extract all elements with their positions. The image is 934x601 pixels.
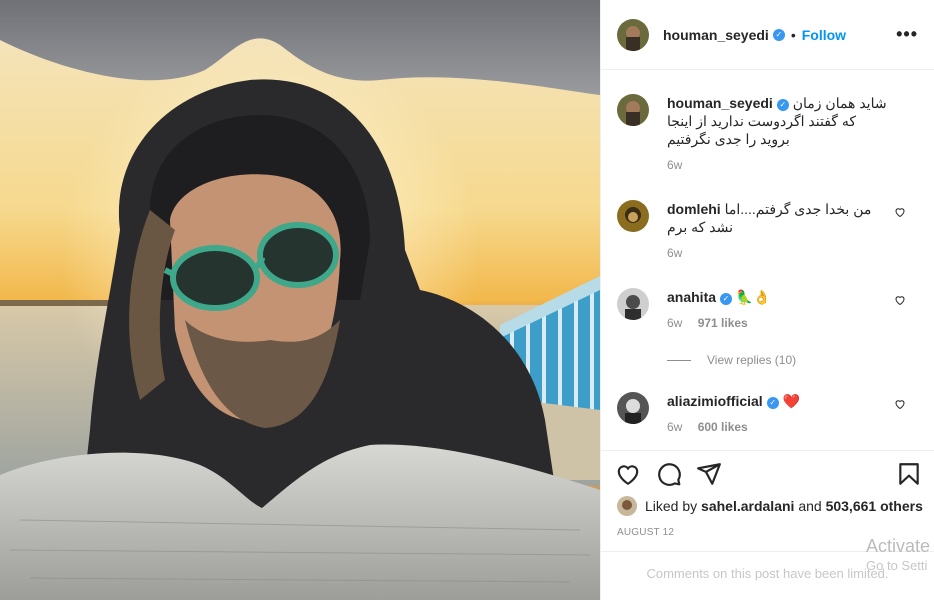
- post-sidebar: houman_seyedi ✓ • Follow ••• houman_seye…: [600, 0, 934, 600]
- comment-username[interactable]: anahita: [667, 289, 716, 305]
- caption-avatar[interactable]: [617, 94, 649, 126]
- comment-avatar[interactable]: [617, 288, 649, 320]
- post-header: houman_seyedi ✓ • Follow •••: [601, 0, 934, 70]
- verified-badge-icon: ✓: [776, 99, 789, 111]
- follow-button[interactable]: Follow: [802, 27, 846, 43]
- activate-windows-watermark: Activate Go to Setti: [866, 536, 930, 576]
- comments-list[interactable]: houman_seyedi ✓ شاید همان زمان که گفتند ا…: [601, 70, 934, 450]
- caption-username[interactable]: houman_seyedi: [667, 95, 773, 111]
- comment-text: ❤️: [782, 393, 801, 409]
- comment-username[interactable]: domlehi: [667, 201, 721, 217]
- like-comment-heart-icon[interactable]: [894, 294, 906, 306]
- more-options-icon[interactable]: •••: [896, 24, 918, 45]
- comment-age[interactable]: 6w: [667, 246, 682, 260]
- liked-by-and: and: [798, 498, 822, 514]
- likes-summary: Liked by sahel.ardalani and 503,661 othe…: [617, 494, 924, 518]
- comment-text: 🦜👌: [735, 289, 771, 305]
- view-replies-label: View replies (10): [707, 353, 797, 367]
- post-date[interactable]: AUGUST 12: [617, 527, 674, 538]
- comment-likes[interactable]: 971 likes: [698, 316, 748, 330]
- like-heart-icon[interactable]: [615, 461, 641, 487]
- author-username[interactable]: houman_seyedi: [663, 27, 769, 43]
- view-replies-button[interactable]: View replies (10): [667, 353, 796, 367]
- verified-badge-icon: ✓: [720, 293, 733, 305]
- verified-badge-icon: ✓: [772, 28, 785, 41]
- watermark-line2: Go to Setti: [866, 558, 928, 573]
- caption-age[interactable]: 6w: [667, 158, 682, 172]
- comment-avatar[interactable]: [617, 200, 649, 232]
- save-bookmark-icon[interactable]: [896, 461, 922, 487]
- share-paper-plane-icon[interactable]: [696, 461, 722, 487]
- liked-by-prefix: Liked by: [645, 498, 698, 514]
- liked-by-user[interactable]: sahel.ardalani: [701, 498, 794, 514]
- post-photo[interactable]: [0, 0, 600, 600]
- comment-avatar[interactable]: [617, 392, 649, 424]
- like-comment-heart-icon[interactable]: [894, 206, 906, 218]
- comment-age[interactable]: 6w: [667, 420, 682, 434]
- comment-likes[interactable]: 600 likes: [698, 420, 748, 434]
- verified-badge-icon: ✓: [766, 397, 779, 409]
- watermark-line1: Activate: [866, 536, 931, 556]
- comment-bubble-icon[interactable]: [656, 461, 682, 487]
- comment-age[interactable]: 6w: [667, 316, 682, 330]
- replies-divider: [667, 359, 691, 361]
- comment-username[interactable]: aliazimiofficial: [667, 393, 763, 409]
- post-photo-illustration: [0, 0, 600, 600]
- author-avatar[interactable]: [617, 18, 649, 51]
- separator-dot: •: [790, 26, 796, 43]
- like-comment-heart-icon[interactable]: [894, 398, 906, 410]
- liked-by-others[interactable]: 503,661 others: [826, 498, 923, 514]
- liker-avatar[interactable]: [617, 496, 637, 516]
- action-bar: [601, 450, 934, 495]
